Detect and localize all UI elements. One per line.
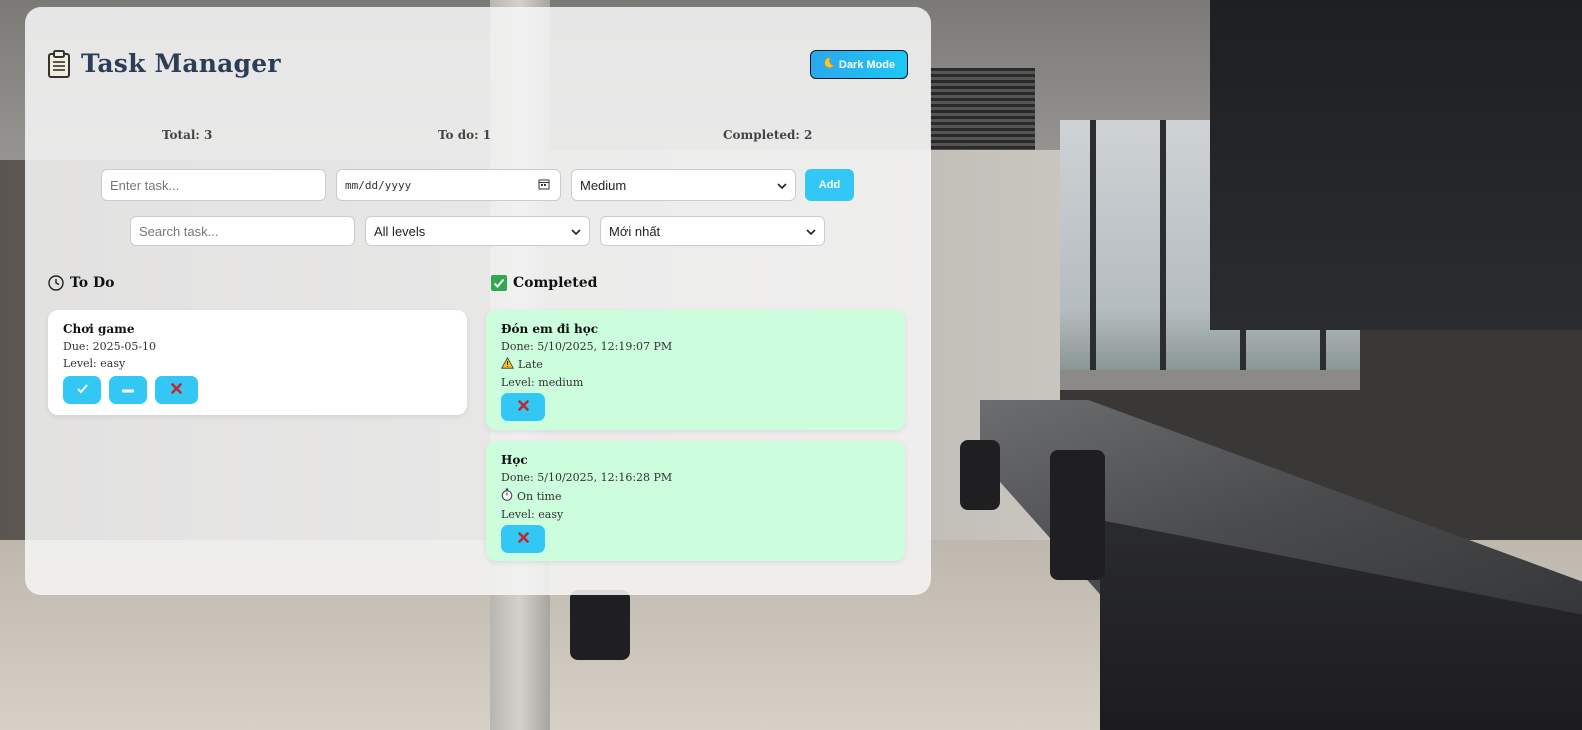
sort-select[interactable]: Mới nhất <box>600 216 825 246</box>
completed-task-card: Học Done: 5/10/2025, 12:16:28 PM On time… <box>486 441 905 561</box>
chevron-down-icon <box>806 224 816 239</box>
due-date-input[interactable]: mm/dd/yyyy <box>336 169 561 201</box>
stopwatch-icon <box>501 488 513 504</box>
checkmark-box-icon <box>491 275 507 291</box>
moon-icon <box>823 57 835 72</box>
check-icon <box>76 382 88 398</box>
task-name: Chơi game <box>63 322 135 336</box>
pencil-icon <box>122 382 134 398</box>
stat-completed: Completed: 2 <box>723 128 813 142</box>
chevron-down-icon <box>777 178 787 193</box>
stat-total: Total: 3 <box>162 128 213 142</box>
task-name: Học <box>501 453 528 467</box>
delete-task-button[interactable] <box>155 376 198 404</box>
clock-icon <box>48 275 64 291</box>
close-icon <box>517 531 529 547</box>
task-done-time: Done: 5/10/2025, 12:16:28 PM <box>501 471 673 484</box>
dark-mode-button[interactable]: Dark Mode <box>810 50 908 79</box>
page-title: Task Manager <box>81 49 281 78</box>
task-status: On time <box>501 488 890 504</box>
completed-column-title: Completed <box>491 275 597 291</box>
task-done-time: Done: 5/10/2025, 12:19:07 PM <box>501 340 673 353</box>
task-input[interactable]: Enter task... <box>101 169 326 201</box>
task-name: Đón em đi học <box>501 322 599 336</box>
chevron-down-icon <box>571 224 581 239</box>
priority-select[interactable]: Medium <box>571 169 796 201</box>
delete-task-button[interactable] <box>501 393 545 421</box>
task-card: Chơi game Due: 2025-05-10 Level: easy <box>48 310 467 415</box>
task-level: Level: easy <box>501 508 564 521</box>
task-level: Level: easy <box>63 357 126 370</box>
clipboard-icon <box>47 49 71 78</box>
search-input[interactable]: Search task... <box>130 216 355 246</box>
delete-task-button[interactable] <box>501 525 545 553</box>
todo-column-title: To Do <box>48 275 115 291</box>
stat-todo: To do: 1 <box>438 128 492 142</box>
edit-task-button[interactable] <box>109 376 147 404</box>
task-manager-panel: Task Manager Dark Mode Total: 3 To do: 1… <box>25 7 931 595</box>
calendar-icon[interactable] <box>538 178 550 193</box>
task-level: Level: medium <box>501 376 584 389</box>
close-icon <box>517 399 529 415</box>
header: Task Manager <box>47 49 281 78</box>
level-filter-select[interactable]: All levels <box>365 216 590 246</box>
completed-task-card: Đón em đi học Done: 5/10/2025, 12:19:07 … <box>486 310 905 430</box>
close-icon <box>171 382 182 398</box>
add-task-button[interactable]: Add <box>805 169 854 201</box>
complete-task-button[interactable] <box>63 376 101 404</box>
dark-mode-label: Dark Mode <box>838 58 896 71</box>
task-status: Late <box>501 356 890 372</box>
task-due: Due: 2025-05-10 <box>63 340 157 353</box>
warning-icon <box>501 356 514 372</box>
